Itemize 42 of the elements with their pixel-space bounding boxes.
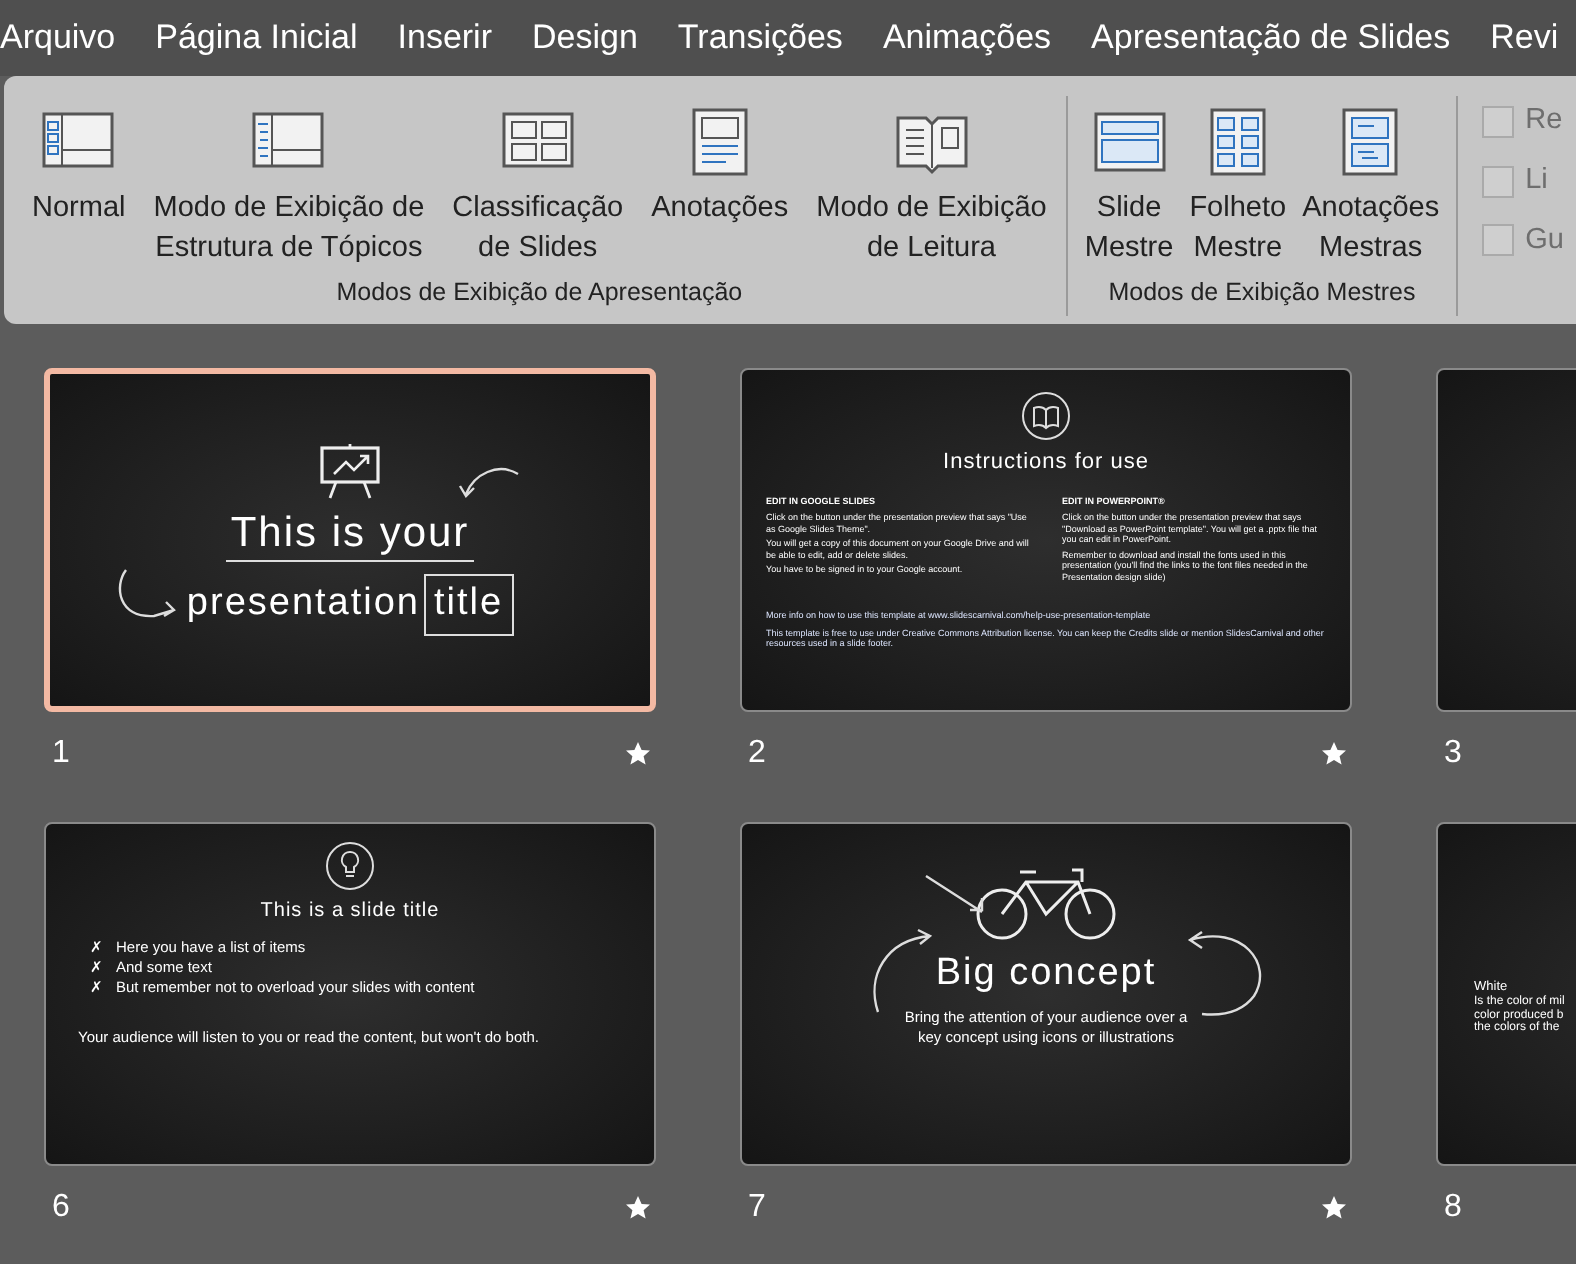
slide-number: 8 <box>1444 1188 1462 1228</box>
view-mode-button[interactable]: Anotações <box>651 96 789 228</box>
star-icon <box>624 1194 652 1222</box>
slide-title: title <box>424 574 514 636</box>
group-label: Modos de Exibição de Apresentação <box>336 276 743 311</box>
group-label: Modos de Exibição Mestres <box>1108 276 1416 311</box>
ribbon-tab[interactable]: Revi <box>1490 12 1559 64</box>
slide-thumbnail[interactable]: This is your presentation title <box>44 368 656 712</box>
view-mode-button[interactable]: Anotações Mestras <box>1302 96 1440 268</box>
slide-title: This is your <box>226 508 474 563</box>
slide-number: 6 <box>52 1188 70 1228</box>
lightbulb-icon <box>324 840 376 892</box>
slide-number: 7 <box>748 1188 766 1228</box>
slide-number: 2 <box>748 734 766 774</box>
ribbon-tab[interactable]: Arquivo <box>0 12 116 64</box>
view-mode-button[interactable]: Normal <box>32 96 126 228</box>
view-mode-button[interactable]: Modo de Exibição de Leitura <box>816 96 1047 268</box>
slide-number: 3 <box>1444 734 1462 774</box>
ribbon-tab[interactable]: Design <box>532 12 638 64</box>
bicycle-icon <box>972 864 1120 944</box>
ribbon-tab[interactable]: Animações <box>882 12 1052 64</box>
view-mode-button[interactable]: Folheto Mestre <box>1189 96 1287 268</box>
star-icon <box>624 740 652 768</box>
slide-title: This is a slide title <box>260 898 440 926</box>
ribbon-tab[interactable]: Inserir <box>397 12 492 64</box>
ribbon-tab[interactable]: Página Inicial <box>155 12 358 64</box>
star-icon <box>1320 740 1348 768</box>
view-mode-button[interactable]: Slide Mestre <box>1084 96 1174 268</box>
book-icon <box>1020 390 1072 442</box>
ribbon-tab[interactable]: Apresentação de Slides <box>1091 12 1451 64</box>
arrow-icon <box>922 872 986 916</box>
view-mode-button[interactable]: Classificação de Slides <box>452 96 624 268</box>
ribbon-tab[interactable]: Transições <box>677 12 843 64</box>
slide-master-icon <box>1091 108 1168 176</box>
slide-title: Big concept <box>935 950 1157 998</box>
slide-title: Instructions for use <box>943 448 1149 478</box>
chart-easel-icon <box>316 444 384 501</box>
slide-thumbnail[interactable] <box>740 368 1352 712</box>
slide-number: 1 <box>52 734 70 774</box>
star-icon <box>1320 1194 1348 1222</box>
view-mode-button[interactable]: Modo de Exibição de Estrutura de Tópicos <box>153 96 425 268</box>
slide-title: presentation <box>186 580 420 629</box>
